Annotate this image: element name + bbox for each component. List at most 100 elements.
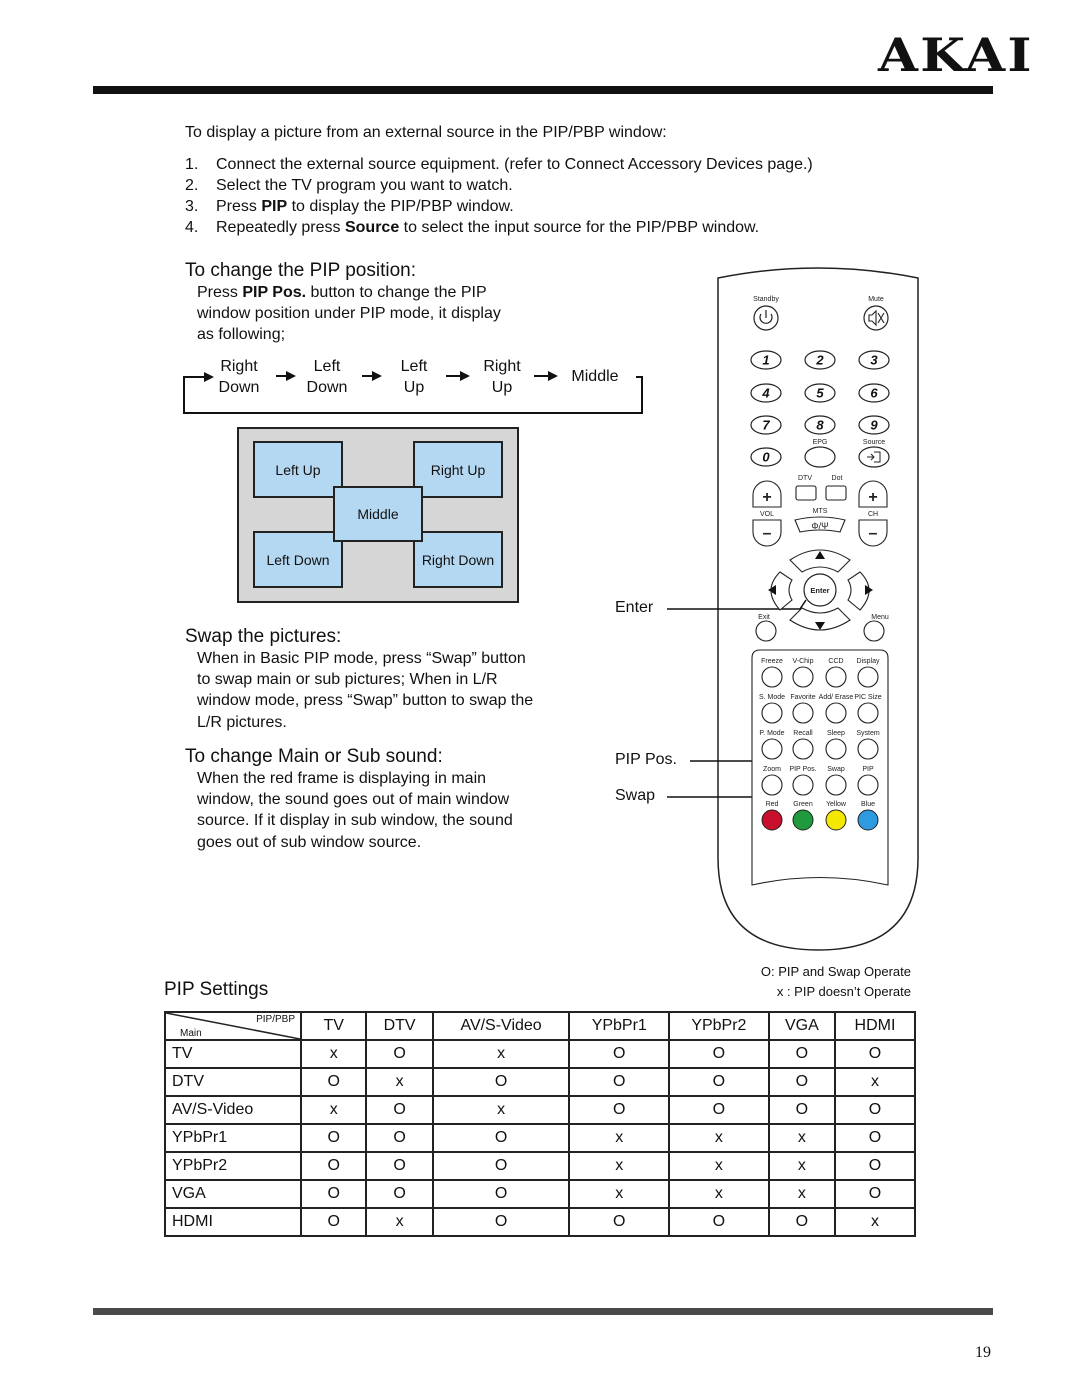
vol-label: VOL [760, 511, 774, 518]
menu-button [863, 620, 885, 642]
table-row: YPbPr2 O O Ox x x O [164, 1151, 916, 1181]
function-label: Zoom [763, 766, 781, 773]
not-operate-mark: x [568, 1179, 671, 1209]
mute-label: Mute [868, 296, 884, 303]
table-row: AV/S-Video x Ox O O O O [164, 1095, 916, 1125]
cycle-step-middle: Middle [571, 368, 619, 385]
column-header: DTV [365, 1011, 434, 1041]
header-rule [93, 86, 993, 94]
pip-position-heading: To change the PIP position: [185, 260, 416, 281]
page-number: 19 [975, 1344, 991, 1361]
function-button[interactable] [761, 774, 783, 796]
function-button[interactable] [825, 666, 847, 688]
row-header: DTV [164, 1067, 302, 1097]
not-operate-mark: x [568, 1123, 671, 1153]
column-header: TV [299, 1011, 368, 1041]
digit-label: 3 [870, 353, 878, 368]
not-operate-mark: x [299, 1039, 368, 1069]
not-operate-mark: x [834, 1207, 916, 1237]
pip-position-diagram: Left Up Right Up Left Down Right Down Mi… [237, 427, 519, 603]
function-button[interactable] [857, 738, 879, 760]
footer-rule [93, 1308, 993, 1315]
svg-text:–: – [869, 525, 878, 542]
not-operate-mark: x [365, 1207, 434, 1237]
dtv-label: DTV [798, 475, 812, 482]
svg-text:+: + [762, 489, 771, 506]
svg-text:+: + [868, 489, 877, 506]
digit-label: 4 [761, 386, 770, 401]
legend-operate: O: PIP and Swap Operate [760, 964, 911, 979]
standby-label: Standby [753, 296, 779, 303]
operate-mark: O [299, 1207, 368, 1237]
cycle-step-left-down: Left Down [306, 358, 348, 396]
window-right-up: Right Up [413, 441, 503, 498]
function-label: Swap [827, 766, 845, 773]
function-button[interactable] [857, 702, 879, 724]
window-middle: Middle [333, 486, 423, 542]
operate-mark: O [834, 1123, 916, 1153]
function-label: PIP [862, 766, 874, 773]
function-button[interactable] [857, 666, 879, 688]
operate-mark: O [668, 1067, 770, 1097]
operate-mark: O [299, 1151, 368, 1181]
function-label: System [856, 730, 880, 737]
function-button[interactable] [825, 774, 847, 796]
dot-label: Dot [832, 475, 843, 482]
color-key-red[interactable] [761, 809, 783, 831]
column-header: VGA [767, 1011, 837, 1041]
dot-button [825, 485, 847, 501]
ch-label: CH [868, 511, 878, 518]
function-label: Add/ Erase [819, 694, 854, 701]
function-label: Favorite [790, 694, 815, 701]
operate-mark: O [431, 1067, 571, 1097]
function-button[interactable] [825, 738, 847, 760]
function-button[interactable] [761, 738, 783, 760]
column-header: YPbPr1 [568, 1011, 671, 1041]
function-button[interactable] [761, 702, 783, 724]
function-button[interactable] [792, 738, 814, 760]
operate-mark: O [365, 1179, 434, 1209]
color-key-yellow[interactable] [825, 809, 847, 831]
table-row: DTV Ox O O O Ox [164, 1067, 916, 1097]
operate-mark: O [767, 1207, 837, 1237]
digit-label: 7 [762, 418, 770, 433]
color-key-label: Yellow [826, 801, 847, 808]
row-header: AV/S-Video [164, 1095, 302, 1125]
row-header: YPbPr1 [164, 1123, 302, 1153]
sound-text: When the red frame is displaying in main… [197, 770, 513, 851]
function-label: Sleep [827, 730, 845, 737]
enter-label: Enter [810, 586, 829, 595]
color-key-green[interactable] [792, 809, 814, 831]
table-row: TV x Ox O O O O [164, 1039, 916, 1069]
not-operate-mark: x [834, 1067, 916, 1097]
function-button[interactable] [792, 666, 814, 688]
color-key-blue[interactable] [857, 809, 879, 831]
function-label: Recall [793, 730, 813, 737]
function-button[interactable] [792, 702, 814, 724]
intro-text: To display a picture from an external so… [185, 124, 667, 141]
color-key-label: Green [793, 801, 813, 808]
row-header: TV [164, 1039, 302, 1069]
not-operate-mark: x [568, 1151, 671, 1181]
exit-label: Exit [758, 614, 770, 621]
function-button[interactable] [761, 666, 783, 688]
operate-mark: O [767, 1039, 837, 1069]
not-operate-mark: x [668, 1123, 770, 1153]
not-operate-mark: x [299, 1095, 368, 1125]
cycle-step-left-up: Left Up [400, 358, 428, 396]
operate-mark: O [568, 1095, 671, 1125]
window-left-down: Left Down [253, 531, 343, 588]
not-operate-mark: x [767, 1179, 837, 1209]
digit-label: 6 [870, 386, 878, 401]
table-header-row: PIP/PBP Main TV DTV AV/S-Video YPbPr1 YPbPr2… [164, 1011, 916, 1041]
brand-logo: AKAI [878, 28, 1034, 82]
function-button[interactable] [825, 702, 847, 724]
table-row: YPbPr1 O O Ox x x O [164, 1123, 916, 1153]
source-label: Source [863, 439, 885, 446]
function-button[interactable] [792, 774, 814, 796]
steps-list: 1. Connect the external source equipment.… [185, 154, 813, 238]
operate-mark: O [668, 1095, 770, 1125]
function-button[interactable] [857, 774, 879, 796]
epg-button [804, 446, 836, 468]
not-operate-mark: x [431, 1039, 571, 1069]
